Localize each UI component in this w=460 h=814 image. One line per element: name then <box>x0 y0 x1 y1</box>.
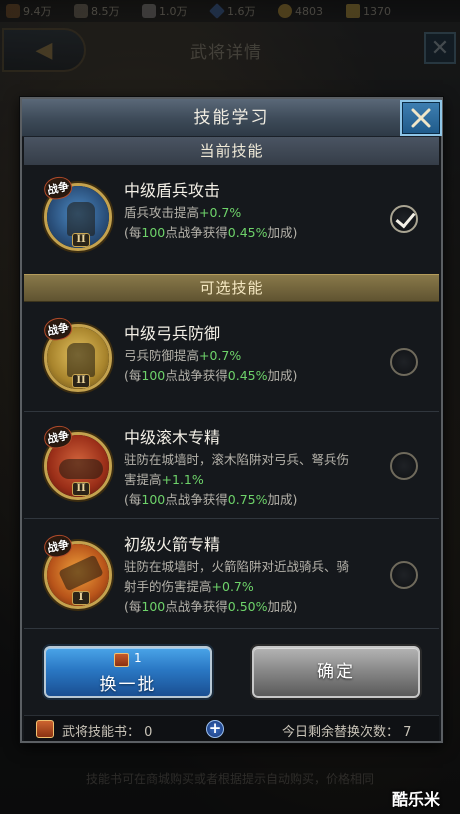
select-radio[interactable] <box>390 348 418 376</box>
swap-cost: 1 <box>134 651 142 665</box>
select-radio[interactable] <box>390 561 418 589</box>
optional-skills-header: 可选技能 <box>24 274 439 302</box>
skill-book-count: 武将技能书： 0 <box>62 725 153 740</box>
skill-description: 弓兵防御提高+0.7% (每100点战争获得0.45%加成) <box>124 348 298 383</box>
skill-name: 中级弓兵防御 <box>124 324 221 343</box>
skill-description: 驻防在城墙时，滚木陷阱对弓兵、弩兵伤 害提高+1.1% (每100点战争获得0.… <box>124 452 350 507</box>
swap-label: 换一批 <box>99 675 157 695</box>
add-book-button[interactable]: + <box>206 720 224 738</box>
optional-skill-item[interactable]: I 战争 初级火箭专精 驻防在城墙时，火箭陷阱对近战骑兵、骑 射手的伤害提高+0… <box>24 519 439 629</box>
dialog-title: 技能学习 <box>22 99 441 137</box>
close-icon <box>411 108 431 128</box>
confirm-button[interactable]: 确定 <box>252 646 420 698</box>
skill-learning-dialog: 技能学习 当前技能 II 战争 中级盾兵攻击 盾兵攻击提高+0.7% (每100… <box>20 97 443 743</box>
skill-book-icon <box>36 720 54 738</box>
selected-checkbox[interactable] <box>390 205 418 233</box>
rank-badge: II <box>72 374 90 388</box>
remaining-swaps: 今日剩余替换次数： 7 <box>282 725 412 740</box>
current-skill-header: 当前技能 <box>24 137 439 165</box>
skill-name: 中级盾兵攻击 <box>124 181 221 200</box>
swap-skills-button[interactable]: 1 换一批 <box>44 646 212 698</box>
skill-description: 盾兵攻击提高+0.7% (每100点战争获得0.45%加成) <box>124 205 298 240</box>
dialog-close-button[interactable] <box>400 100 442 136</box>
skill-book-icon <box>114 653 129 667</box>
select-radio[interactable] <box>390 452 418 480</box>
watermark: 酷乐米 <box>392 790 441 809</box>
footer-bar: 武将技能书： 0 + 今日剩余替换次数： 7 <box>24 715 439 741</box>
current-skill-row: II 战争 中级盾兵攻击 盾兵攻击提高+0.7% (每100点战争获得0.45%… <box>24 165 439 274</box>
rank-badge: II <box>72 233 90 247</box>
rank-badge: I <box>72 591 90 605</box>
skill-name: 中级滚木专精 <box>124 428 221 447</box>
optional-skill-item[interactable]: II 战争 中级滚木专精 驻防在城墙时，滚木陷阱对弓兵、弩兵伤 害提高+1.1%… <box>24 412 439 519</box>
rank-badge: II <box>72 482 90 496</box>
optional-skill-item[interactable]: II 战争 中级弓兵防御 弓兵防御提高+0.7% (每100点战争获得0.45%… <box>24 302 439 412</box>
skill-name: 初级火箭专精 <box>124 535 221 554</box>
skill-description: 驻防在城墙时，火箭陷阱对近战骑兵、骑 射手的伤害提高+0.7% (每100点战争… <box>124 559 350 614</box>
